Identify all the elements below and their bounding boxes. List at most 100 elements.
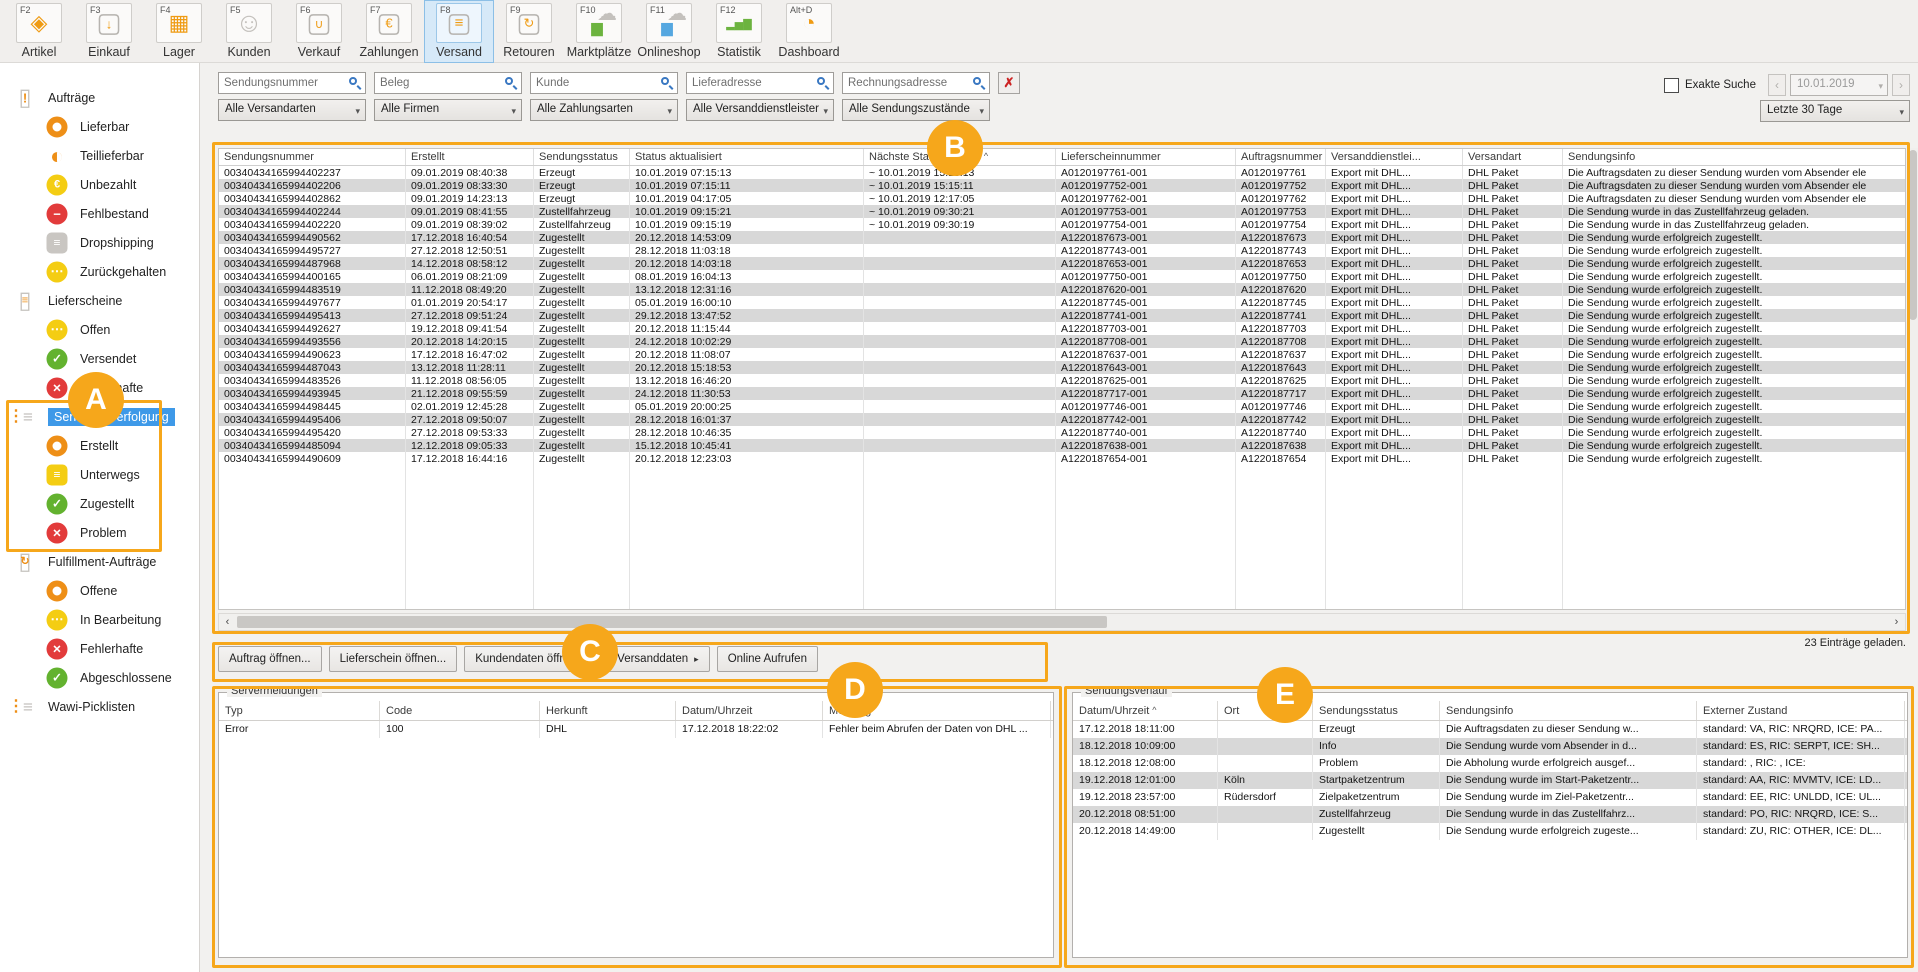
column-header-nachste-statusabfrage[interactable]: Nächste Statusabfrage^: [864, 149, 1056, 165]
table-row[interactable]: 0034043416599449394521.12.2018 09:55:59Z…: [219, 387, 1905, 400]
scroll-left-icon[interactable]: ‹: [219, 614, 236, 630]
auftrag-offnen-button[interactable]: Auftrag öffnen...: [218, 646, 322, 672]
table-row[interactable]: 0034043416599448351911.12.2018 08:49:20Z…: [219, 283, 1905, 296]
column-header-versandart[interactable]: Versandart: [1463, 149, 1563, 165]
filter-select-alle-firmen[interactable]: Alle Firmen▾: [374, 99, 522, 121]
table-row[interactable]: 19.12.2018 23:57:00RüdersdorfZielpaketze…: [1073, 789, 1907, 806]
beleg-input[interactable]: [374, 72, 522, 94]
kundendaten-offnen-button[interactable]: Kundendaten öffnen...: [464, 646, 599, 672]
column-header-sendungsnummer[interactable]: Sendungsnummer: [219, 149, 406, 165]
tab-onlineshop[interactable]: F11☁▆Onlineshop: [634, 0, 704, 63]
table-row[interactable]: 20.12.2018 08:51:00ZustellfahrzeugDie Se…: [1073, 806, 1907, 823]
sidebar-item-fehlerhafte[interactable]: ×Fehlerhafte: [0, 373, 199, 402]
sidebar-item-lieferbar[interactable]: Lieferbar: [0, 112, 199, 141]
tab-kunden[interactable]: F5☺Kunden: [214, 0, 284, 63]
sidebar-item-offen[interactable]: ⋯Offen: [0, 315, 199, 344]
sidebar-item-erstellt[interactable]: Erstellt: [0, 431, 199, 460]
column-header-auftragsnummer[interactable]: Auftragsnummer: [1236, 149, 1326, 165]
table-row[interactable]: 17.12.2018 18:11:00ErzeugtDie Auftragsda…: [1073, 721, 1907, 738]
scroll-right-icon[interactable]: ›: [1888, 614, 1905, 630]
kunde-input[interactable]: [530, 72, 678, 94]
versanddaten-button[interactable]: Versanddaten▸: [606, 646, 710, 672]
table-row[interactable]: 0034043416599449262719.12.2018 09:41:54Z…: [219, 322, 1905, 335]
column-header-typ[interactable]: Typ: [219, 701, 380, 720]
tab-artikel[interactable]: F2◈Artikel: [4, 0, 74, 63]
table-row[interactable]: 0034043416599448352611.12.2018 08:56:05Z…: [219, 374, 1905, 387]
vertical-scrollbar[interactable]: [1908, 148, 1918, 630]
scrollbar-thumb[interactable]: [237, 616, 1107, 628]
tab-versand[interactable]: F8▢≡Versand: [424, 0, 494, 63]
tab-retouren[interactable]: F9▢↻Retouren: [494, 0, 564, 63]
table-row[interactable]: 0034043416599449355620.12.2018 14:20:15Z…: [219, 335, 1905, 348]
column-header-datum-uhrzeit[interactable]: Datum/Uhrzeit^: [1073, 701, 1218, 720]
sidebar-item-sendungsverfolgung[interactable]: ⋮≡Sendungsverfolgung: [0, 402, 199, 431]
filter-select-alle-versanddienstleister[interactable]: Alle Versanddienstleister▾: [686, 99, 834, 121]
clear-filters-button[interactable]: ✗: [998, 72, 1020, 94]
sidebar-item-fehlerhafte[interactable]: ×Fehlerhafte: [0, 634, 199, 663]
lieferadresse-input[interactable]: [686, 72, 834, 94]
sidebar-item-abgeschlossene[interactable]: ✓Abgeschlossene: [0, 663, 199, 692]
table-row[interactable]: Error100DHL17.12.2018 18:22:02Fehler bei…: [219, 721, 1053, 738]
table-row[interactable]: 19.12.2018 12:01:00KölnStartpaketzentrum…: [1073, 772, 1907, 789]
sidebar-item-lieferscheine[interactable]: ▯≡Lieferscheine: [0, 286, 199, 315]
date-next-button[interactable]: ›: [1892, 74, 1910, 96]
date-range-select[interactable]: Letzte 30 Tage▾: [1760, 100, 1910, 122]
tab-verkauf[interactable]: F6▢∪Verkauf: [284, 0, 354, 63]
table-row[interactable]: 0034043416599448704313.12.2018 11:28:11Z…: [219, 361, 1905, 374]
filter-select-alle-sendungszustande[interactable]: Alle Sendungszustände▾: [842, 99, 990, 121]
sidebar-item-problem[interactable]: ×Problem: [0, 518, 199, 547]
table-row[interactable]: 0034043416599449056217.12.2018 16:40:54Z…: [219, 231, 1905, 244]
table-row[interactable]: 0034043416599449844502.01.2019 12:45:28Z…: [219, 400, 1905, 413]
table-row[interactable]: 0034043416599440220609.01.2019 08:33:30E…: [219, 179, 1905, 192]
column-header-sendungsinfo[interactable]: Sendungsinfo: [1440, 701, 1697, 720]
table-row[interactable]: 0034043416599440222009.01.2019 08:39:02Z…: [219, 218, 1905, 231]
sidebar-item-offene[interactable]: Offene: [0, 576, 199, 605]
table-row[interactable]: 0034043416599449572727.12.2018 12:50:51Z…: [219, 244, 1905, 257]
sidebar-item-unbezahlt[interactable]: €Unbezahlt: [0, 170, 199, 199]
table-row[interactable]: 0034043416599449541327.12.2018 09:51:24Z…: [219, 309, 1905, 322]
table-row[interactable]: 0034043416599440016506.01.2019 08:21:09Z…: [219, 270, 1905, 283]
table-row[interactable]: 0034043416599449767701.01.2019 20:54:17Z…: [219, 296, 1905, 309]
filter-select-alle-versandarten[interactable]: Alle Versandarten▾: [218, 99, 366, 121]
exact-search-checkbox[interactable]: [1664, 78, 1679, 93]
column-header-herkunft[interactable]: Herkunft: [540, 701, 676, 720]
sidebar-item-versendet[interactable]: ✓Versendet: [0, 344, 199, 373]
tab-zahlungen[interactable]: F7▢€Zahlungen: [354, 0, 424, 63]
column-header-datum-uhrzeit[interactable]: Datum/Uhrzeit: [676, 701, 823, 720]
column-header-code[interactable]: Code: [380, 701, 540, 720]
column-header-sendungsinfo[interactable]: Sendungsinfo: [1563, 149, 1906, 165]
column-header-status-aktualisiert[interactable]: Status aktualisiert: [630, 149, 864, 165]
scrollbar-thumb[interactable]: [1909, 150, 1917, 320]
filter-select-alle-zahlungsarten[interactable]: Alle Zahlungsarten▾: [530, 99, 678, 121]
sidebar-item-zuruckgehalten[interactable]: ⋯Zurückgehalten: [0, 257, 199, 286]
sidebar-item-zugestellt[interactable]: ✓Zugestellt: [0, 489, 199, 518]
sidebar-item-unterwegs[interactable]: ≡Unterwegs: [0, 460, 199, 489]
sidebar-item-in-bearbeitung[interactable]: ⋯In Bearbeitung: [0, 605, 199, 634]
tab-einkauf[interactable]: F3▢↓Einkauf: [74, 0, 144, 63]
table-row[interactable]: 0034043416599449062317.12.2018 16:47:02Z…: [219, 348, 1905, 361]
horizontal-scrollbar[interactable]: ‹ ›: [218, 613, 1906, 631]
tab-marktplatze[interactable]: F10☁▆Marktplätze: [564, 0, 634, 63]
lieferschein-offnen-button[interactable]: Lieferschein öffnen...: [329, 646, 458, 672]
table-row[interactable]: 0034043416599440224409.01.2019 08:41:55Z…: [219, 205, 1905, 218]
date-prev-button[interactable]: ‹: [1768, 74, 1786, 96]
tab-dashboard[interactable]: Alt+D◔Dashboard: [774, 0, 844, 63]
table-row[interactable]: 0034043416599448509412.12.2018 09:05:33Z…: [219, 439, 1905, 452]
table-row[interactable]: 0034043416599440286209.01.2019 14:23:13E…: [219, 192, 1905, 205]
tab-lager[interactable]: F4▦Lager: [144, 0, 214, 63]
column-header-erstellt[interactable]: Erstellt: [406, 149, 534, 165]
table-row[interactable]: 18.12.2018 12:08:00ProblemDie Abholung w…: [1073, 755, 1907, 772]
column-header-ort[interactable]: Ort: [1218, 701, 1313, 720]
table-row[interactable]: 20.12.2018 14:49:00ZugestelltDie Sendung…: [1073, 823, 1907, 840]
table-row[interactable]: 0034043416599449542027.12.2018 09:53:33Z…: [219, 426, 1905, 439]
column-header-externer-zustand[interactable]: Externer Zustand: [1697, 701, 1905, 720]
sidebar-item-fulfillment-auftrage[interactable]: ▯↻Fulfillment-Aufträge: [0, 547, 199, 576]
sidebar-item-teillieferbar[interactable]: ◐Teillieferbar: [0, 141, 199, 170]
sidebar-item-fehlbestand[interactable]: −Fehlbestand: [0, 199, 199, 228]
column-header-meldung[interactable]: Meldung: [823, 701, 1051, 720]
column-header-sendungsstatus[interactable]: Sendungsstatus: [534, 149, 630, 165]
table-row[interactable]: 0034043416599449060917.12.2018 16:44:16Z…: [219, 452, 1905, 465]
column-header-lieferscheinnummer[interactable]: Lieferscheinnummer: [1056, 149, 1236, 165]
sidebar-item-dropshipping[interactable]: ≡Dropshipping: [0, 228, 199, 257]
table-row[interactable]: 0034043416599449540627.12.2018 09:50:07Z…: [219, 413, 1905, 426]
